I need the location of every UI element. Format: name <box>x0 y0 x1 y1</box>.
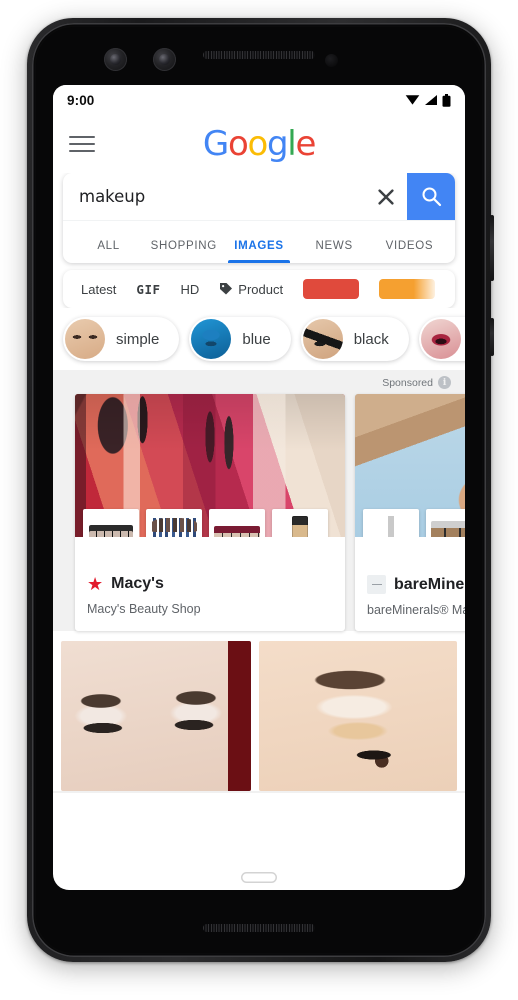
ad-card-macys[interactable]: ★ Macy's Macy's Beauty Shop <box>75 394 345 631</box>
filter-bar: Latest GIF HD Product <box>63 270 455 308</box>
sponsored-label: Sponsored <box>382 376 433 389</box>
tab-all[interactable]: ALL <box>71 240 146 263</box>
front-camera-1-icon <box>104 48 127 71</box>
image-results-grid <box>53 631 465 791</box>
bareminerals-product-thumbs <box>363 509 465 537</box>
suggestion-chip-simple[interactable]: simple <box>63 317 180 361</box>
logo-letter-g: G <box>202 124 229 164</box>
bareminerals-brand-name: bareMinerals <box>394 575 465 593</box>
macys-product-thumbs <box>83 509 328 537</box>
search-input[interactable]: makeup <box>63 173 365 220</box>
bareminerals-logo-icon <box>367 575 386 594</box>
logo-letter-o2: o <box>247 124 268 164</box>
chip-label-black: black <box>353 330 389 348</box>
macys-star-logo-icon: ★ <box>87 574 104 594</box>
eye-makeup-result-2[interactable] <box>259 641 457 791</box>
tab-news[interactable]: NEWS <box>297 240 372 263</box>
tab-images[interactable]: IMAGES <box>221 240 296 263</box>
home-indicator[interactable] <box>241 872 277 883</box>
filter-gif[interactable]: GIF <box>136 282 160 297</box>
suggestion-chip-black[interactable]: black <box>300 317 409 361</box>
hamburger-menu-icon[interactable] <box>69 134 95 154</box>
chip-thumbnail-simple <box>65 319 105 359</box>
macys-hero-image <box>75 394 345 537</box>
proximity-sensor-icon <box>325 54 338 67</box>
tab-videos[interactable]: VIDEOS <box>372 240 447 263</box>
google-logo: Google <box>202 123 316 165</box>
bottom-speaker-grille <box>203 924 315 932</box>
chip-thumbnail-black <box>302 319 343 359</box>
wifi-icon <box>405 95 420 105</box>
info-icon[interactable]: i <box>438 376 451 389</box>
eye-makeup-result-1[interactable] <box>61 641 251 791</box>
google-header: Google <box>53 115 465 173</box>
bareminerals-ad-meta: bareMinerals bareMinerals® Ma <box>355 537 465 631</box>
screenshot-stage: 9:00 Google makeup ALL SHOPPING IMAGES N… <box>0 0 518 1000</box>
makeup-brush-set-thumb[interactable] <box>146 509 202 537</box>
suggestion-chips-row: simple blue black <box>53 308 465 370</box>
power-button[interactable] <box>490 215 494 281</box>
macys-brand-row: ★ Macy's <box>87 575 333 593</box>
clear-search-button[interactable] <box>365 173 407 220</box>
macys-ad-meta: ★ Macy's Macy's Beauty Shop <box>75 537 345 630</box>
orange-swatch[interactable] <box>379 279 436 299</box>
search-icon <box>422 187 441 207</box>
logo-letter-l: l <box>287 124 296 164</box>
front-camera-2-icon <box>153 48 176 71</box>
chip-thumbnail-blue <box>191 319 232 359</box>
foundation-bottle-thumb[interactable] <box>272 509 328 537</box>
status-bar-icons <box>405 93 451 107</box>
tab-shopping[interactable]: SHOPPING <box>146 240 221 263</box>
suggestion-chip-blue[interactable]: blue <box>189 317 291 361</box>
bareminerals-hero-image <box>355 394 465 537</box>
filter-product-label: Product <box>238 281 284 297</box>
search-query-text: makeup <box>79 187 146 206</box>
eyeshadow-quad-thumb[interactable] <box>426 509 465 537</box>
cell-signal-icon <box>425 95 437 105</box>
chip-label-simple: simple <box>116 330 160 348</box>
chip-label-blue: blue <box>242 330 271 348</box>
status-bar-clock: 9:00 <box>67 92 95 108</box>
red-swatch[interactable] <box>303 279 360 299</box>
logo-letter-o1: o <box>227 124 249 164</box>
results-content: Sponsored i ★ Macy's Macy's Beauty Shop … <box>53 370 465 793</box>
eyeshadow-palette-thumb[interactable] <box>83 509 139 537</box>
logo-letter-e: e <box>295 124 316 164</box>
status-bar: 9:00 <box>53 85 465 115</box>
search-card: makeup ALL SHOPPING IMAGES NEWS VIDEOS <box>63 173 455 263</box>
macys-ad-description: Macy's Beauty Shop <box>87 602 201 616</box>
search-submit-button[interactable] <box>407 173 455 220</box>
earpiece-speaker <box>203 51 315 59</box>
bareminerals-ad-description: bareMinerals® Ma <box>367 603 465 617</box>
volume-button[interactable] <box>490 318 494 356</box>
phone-top-sensors <box>27 40 491 78</box>
battery-icon <box>442 93 451 107</box>
ad-card-bareminerals[interactable]: bareMinerals bareMinerals® Ma <box>355 394 465 631</box>
suggestion-chip-partial[interactable] <box>418 317 465 361</box>
eyeshadow-palette-wide-thumb[interactable] <box>209 509 265 537</box>
filter-hd[interactable]: HD <box>181 282 200 297</box>
macys-brand-name: Macy's <box>111 575 164 592</box>
google-pixel-phone: 9:00 Google makeup ALL SHOPPING IMAGES N… <box>27 18 494 962</box>
sponsored-ads-row: ★ Macy's Macy's Beauty Shop bareMine bar… <box>53 394 465 631</box>
chip-thumbnail-partial <box>420 319 461 359</box>
filter-product[interactable]: Product <box>219 282 283 297</box>
logo-letter-g2: g <box>267 124 289 164</box>
bareminerals-brand-row: bareMinerals <box>367 575 465 594</box>
filter-latest[interactable]: Latest <box>81 282 116 297</box>
search-tabs: ALL SHOPPING IMAGES NEWS VIDEOS <box>63 221 455 263</box>
search-row: makeup <box>63 173 455 221</box>
sponsored-row: Sponsored i <box>53 370 465 394</box>
tag-icon <box>220 283 233 295</box>
phone-screen: 9:00 Google makeup ALL SHOPPING IMAGES N… <box>53 85 465 890</box>
close-icon <box>378 188 394 205</box>
eyeliner-pencil-thumb[interactable] <box>363 509 419 537</box>
